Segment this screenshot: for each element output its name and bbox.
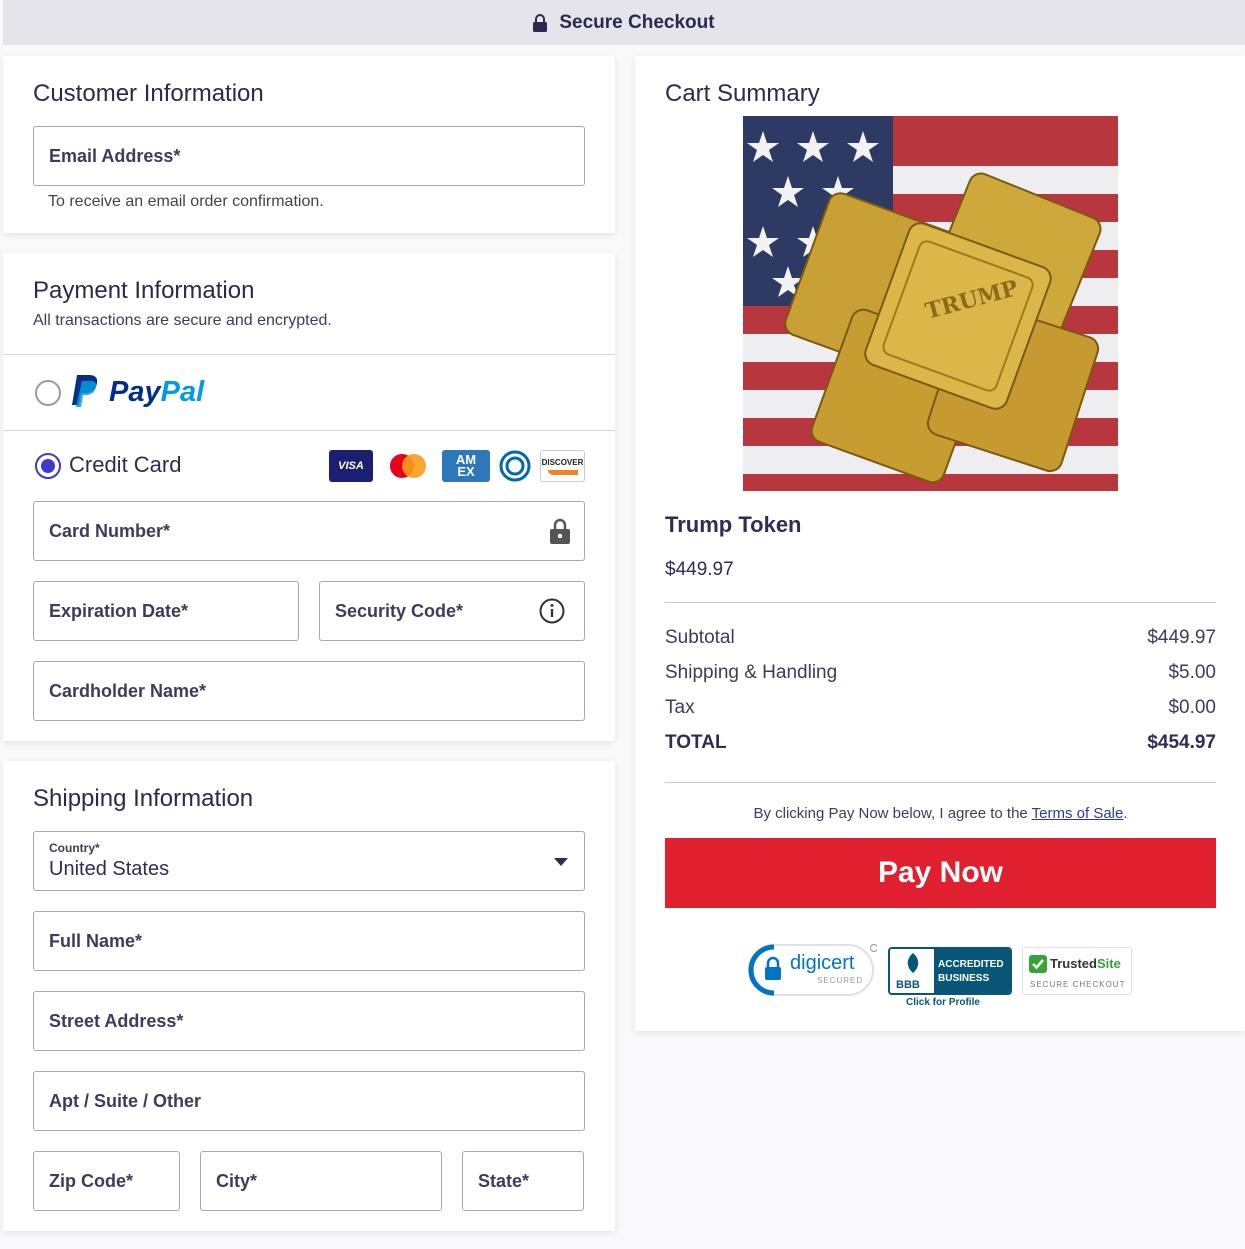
paypal-icon [72, 375, 98, 407]
bbb-business-label: BUSINESS [938, 973, 990, 984]
total-row: TOTAL $454.97 [665, 732, 1216, 754]
visa-icon: VISA [329, 450, 373, 482]
payment-information-title: Payment Information [33, 277, 255, 304]
subtotal-row: Subtotal $449.97 [665, 627, 1216, 649]
paypal-label: PayPal [109, 375, 205, 408]
payment-information-card: Payment Information All transactions are… [3, 253, 615, 741]
email-field-label: Email Address* [49, 145, 181, 166]
country-select[interactable]: Country* United States [33, 831, 585, 891]
product-price: $449.97 [665, 559, 734, 580]
state-label: State* [478, 1170, 530, 1191]
terms-agreement-end: . [1123, 805, 1128, 822]
bbb-accredited-badge[interactable]: BBB ACCREDITED BUSINESS Click for Profil… [888, 947, 1012, 1011]
cardholder-name-field[interactable]: Cardholder Name* [33, 661, 585, 721]
cart-summary-card: Cart Summary TRUMP Trump Token $449.97 S… [635, 56, 1245, 1031]
shipping-value: $5.00 [1168, 662, 1216, 683]
bbb-accredited-label: ACCREDITED [938, 959, 1004, 970]
trustedsite-secure-checkout: SECURE CHECKOUT [1030, 980, 1126, 989]
apt-suite-field[interactable]: Apt / Suite / Other [33, 1071, 585, 1131]
digicert-label: digicert [790, 952, 855, 974]
shipping-row: Shipping & Handling $5.00 [665, 662, 1216, 684]
secure-checkout-bar: Secure Checkout [3, 0, 1245, 45]
apt-suite-label: Apt / Suite / Other [49, 1090, 202, 1111]
zip-code-label: Zip Code* [49, 1170, 133, 1191]
tax-label: Tax [665, 697, 695, 718]
country-label: Country* [49, 841, 100, 855]
subtotal-value: $449.97 [1147, 627, 1216, 648]
divider [665, 602, 1216, 603]
shipping-information-card: Shipping Information Country* United Sta… [3, 761, 615, 1231]
trustedsite-label: TrustedSite [1050, 956, 1121, 971]
security-code-field[interactable]: Security Code* [319, 581, 585, 641]
tax-value: $0.00 [1168, 697, 1216, 718]
shipping-information-title: Shipping Information [33, 785, 254, 812]
terms-of-sale-link[interactable]: Terms of Sale [1032, 805, 1124, 822]
street-address-field[interactable]: Street Address* [33, 991, 585, 1051]
info-icon[interactable] [539, 598, 565, 624]
bbb-click-for-profile[interactable]: Click for Profile [906, 997, 980, 1008]
diners-club-icon [498, 450, 532, 482]
expiration-date-field[interactable]: Expiration Date* [33, 581, 299, 641]
terms-agreement-text: By clicking Pay Now below, I agree to th… [753, 805, 1032, 822]
country-value: United States [49, 858, 170, 880]
pay-now-button[interactable]: Pay Now [665, 838, 1216, 908]
lock-icon [550, 518, 570, 544]
city-field[interactable]: City* [200, 1151, 442, 1211]
state-field[interactable]: State* [462, 1151, 584, 1211]
full-name-label: Full Name* [49, 930, 143, 951]
digicert-badge[interactable]: digicert SECURED [747, 943, 878, 997]
cart-summary-title: Cart Summary [665, 80, 820, 107]
mastercard-icon [386, 450, 430, 482]
product-name: Trump Token [665, 512, 802, 537]
customer-information-card: Customer Information Email Address* To r… [3, 56, 615, 233]
bbb-torch-icon [907, 953, 919, 973]
discover-icon: DISCOVER [540, 450, 585, 482]
divider [3, 430, 615, 431]
credit-card-label[interactable]: Credit Card [69, 452, 181, 478]
product-image: TRUMP [743, 116, 1118, 491]
street-address-label: Street Address* [49, 1010, 184, 1031]
cardholder-name-label: Cardholder Name* [49, 680, 207, 701]
total-value: $454.97 [1147, 732, 1216, 753]
payment-subtitle: All transactions are secure and encrypte… [33, 312, 332, 329]
tax-row: Tax $0.00 [665, 697, 1216, 719]
lock-icon [533, 13, 548, 32]
shipping-label: Shipping & Handling [665, 662, 838, 683]
bbb-mark-label: BBB [896, 979, 920, 991]
terms-agreement: By clicking Pay Now below, I agree to th… [665, 805, 1216, 822]
checkmark-icon [1029, 955, 1047, 973]
email-field[interactable]: Email Address* [33, 126, 585, 186]
card-number-label: Card Number* [49, 520, 171, 541]
credit-card-radio[interactable] [35, 453, 61, 479]
total-label: TOTAL [665, 732, 727, 753]
full-name-field[interactable]: Full Name* [33, 911, 585, 971]
expiration-date-label: Expiration Date* [49, 600, 189, 621]
city-label: City* [216, 1170, 258, 1191]
secure-checkout-title: Secure Checkout [559, 11, 715, 33]
security-code-label: Security Code* [335, 600, 464, 621]
customer-information-title: Customer Information [33, 80, 264, 107]
subtotal-label: Subtotal [665, 627, 735, 648]
card-number-field[interactable]: Card Number* [33, 501, 585, 561]
digicert-secured-label: SECURED [817, 976, 864, 985]
trustedsite-badge[interactable]: TrustedSite SECURE CHECKOUT [1022, 947, 1132, 995]
zip-code-field[interactable]: Zip Code* [33, 1151, 180, 1211]
email-hint: To receive an email order confirmation. [48, 193, 324, 210]
amex-icon: AM EX [442, 450, 490, 482]
paypal-option[interactable]: PayPal [69, 373, 204, 411]
divider [665, 782, 1216, 783]
paypal-radio[interactable] [35, 380, 61, 406]
chevron-down-icon [554, 858, 568, 866]
divider [3, 354, 615, 355]
